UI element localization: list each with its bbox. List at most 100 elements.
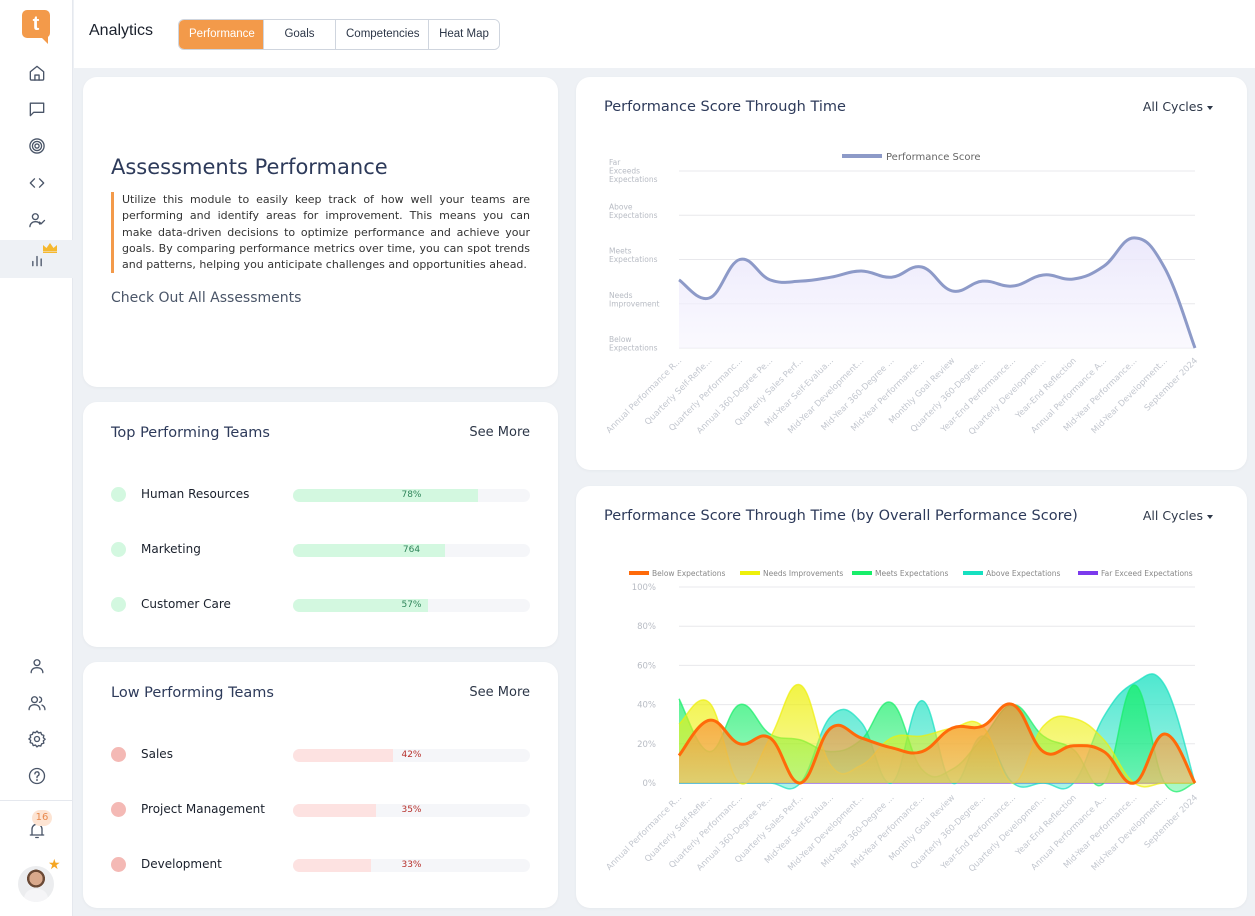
team-status-dot bbox=[111, 487, 126, 502]
code-icon bbox=[29, 178, 44, 188]
team-name: Development bbox=[141, 857, 222, 871]
header: Analytics Performance Goals Competencies… bbox=[74, 0, 1255, 68]
y-tick-label: 20% bbox=[637, 740, 656, 750]
sidebar-item-help[interactable] bbox=[0, 758, 73, 794]
legend-label: Above Expectations bbox=[986, 569, 1060, 578]
team-name: Human Resources bbox=[141, 487, 250, 501]
low-teams-see-more-link[interactable]: See More bbox=[469, 685, 530, 700]
chat-icon bbox=[29, 102, 44, 117]
intro-title: Assessments Performance bbox=[111, 155, 388, 179]
sidebar-item-analytics[interactable] bbox=[0, 240, 73, 278]
sidebar-item-profile[interactable] bbox=[0, 648, 73, 684]
legend-swatch bbox=[963, 571, 983, 575]
x-tick-label: September 2024 bbox=[1143, 793, 1201, 851]
team-score-bar: 78% bbox=[293, 489, 530, 502]
sidebar-item-settings[interactable] bbox=[0, 721, 73, 757]
legend-swatch bbox=[852, 571, 872, 575]
y-tick-label: 0% bbox=[643, 779, 657, 789]
team-score-label: 764 bbox=[402, 545, 421, 555]
y-tick-label: Above Expectations bbox=[609, 202, 658, 220]
performance-by-score-chart: 0% 20% 40% 60% 80% 100% Below Expectations Need… bbox=[605, 569, 1201, 874]
y-tick-label: 40% bbox=[637, 701, 656, 711]
crown-icon bbox=[43, 243, 57, 253]
tab-goals[interactable]: Goals bbox=[263, 20, 335, 49]
team-row[interactable]: Project Management 35% bbox=[111, 800, 530, 820]
team-score-label: 42% bbox=[401, 750, 422, 760]
top-performing-teams-card: Top Performing Teams See More Human Reso… bbox=[83, 402, 558, 647]
team-score-label: 35% bbox=[401, 805, 422, 815]
app-logo[interactable]: t bbox=[22, 10, 50, 44]
team-score-bar: 42% bbox=[293, 749, 530, 762]
legend-label: Performance Score bbox=[886, 152, 981, 163]
y-tick-label: 60% bbox=[637, 661, 656, 671]
notification-badge: 16 bbox=[32, 810, 52, 826]
legend-swatch bbox=[842, 154, 882, 158]
team-score-label: 78% bbox=[401, 490, 422, 500]
team-name: Marketing bbox=[141, 542, 201, 556]
sidebar: t 16 ★ bbox=[0, 0, 73, 916]
team-score-label: 57% bbox=[401, 600, 422, 610]
team-status-dot bbox=[111, 857, 126, 872]
page-title: Analytics bbox=[89, 22, 154, 39]
performance-by-score-chart-card: Performance Score Through Time (by Overa… bbox=[576, 486, 1247, 908]
performance-score-chart: Below Expectations Needs Improvement Meets Ex… bbox=[605, 152, 1201, 437]
sidebar-item-team[interactable] bbox=[0, 685, 73, 721]
team-row[interactable]: Customer Care 57% bbox=[111, 595, 530, 615]
tab-competencies[interactable]: Competencies bbox=[335, 20, 428, 49]
sidebar-item-goals[interactable] bbox=[0, 128, 73, 164]
y-tick-label: 100% bbox=[632, 583, 656, 593]
legend-swatch bbox=[629, 571, 649, 575]
tab-performance[interactable]: Performance bbox=[179, 20, 263, 49]
legend-label: Meets Expectations bbox=[875, 569, 949, 578]
gear-icon bbox=[27, 730, 46, 748]
team-row[interactable]: Human Resources 78% bbox=[111, 485, 530, 505]
performance-score-chart-card: Performance Score Through Time All Cycle… bbox=[576, 77, 1247, 470]
low-performing-teams-card: Low Performing Teams See More Sales 42% … bbox=[83, 662, 558, 908]
low-teams-title: Low Performing Teams bbox=[111, 685, 274, 701]
team-score-bar: 57% bbox=[293, 599, 530, 612]
team-score-bar: 35% bbox=[293, 804, 530, 817]
team-status-dot bbox=[111, 802, 126, 817]
top-teams-title: Top Performing Teams bbox=[111, 425, 270, 441]
team-score-label: 33% bbox=[401, 860, 422, 870]
legend-swatch bbox=[1078, 571, 1098, 575]
team-score-bar: 764 bbox=[293, 544, 530, 557]
team-row[interactable]: Development 33% bbox=[111, 855, 530, 875]
y-tick-label: Below Expectations bbox=[609, 335, 658, 353]
team-name: Sales bbox=[141, 747, 173, 761]
sidebar-item-home[interactable] bbox=[0, 55, 73, 91]
top-teams-see-more-link[interactable]: See More bbox=[469, 425, 530, 440]
sidebar-item-people[interactable] bbox=[0, 202, 73, 238]
intro-description: Utilize this module to easily keep track… bbox=[111, 192, 530, 274]
user-check-icon bbox=[28, 213, 45, 228]
home-icon bbox=[29, 65, 44, 81]
legend-label: Below Expectations bbox=[652, 569, 726, 578]
check-out-assessments-link[interactable]: Check Out All Assessments bbox=[111, 290, 301, 306]
legend-label: Needs Improvements bbox=[763, 569, 843, 578]
sidebar-item-code[interactable] bbox=[0, 165, 73, 201]
team-status-dot bbox=[111, 747, 126, 762]
target-icon bbox=[28, 138, 45, 154]
team-row[interactable]: Sales 42% bbox=[111, 745, 530, 765]
assessments-intro-card: Assessments Performance Utilize this mod… bbox=[83, 77, 558, 387]
help-icon bbox=[28, 767, 45, 785]
tab-heat-map[interactable]: Heat Map bbox=[428, 20, 499, 49]
analytics-tabs: Performance Goals Competencies Heat Map bbox=[178, 19, 500, 50]
legend-label: Far Exceed Expectations bbox=[1101, 569, 1193, 578]
sidebar-divider bbox=[0, 800, 73, 801]
team-status-dot bbox=[111, 597, 126, 612]
team-name: Customer Care bbox=[141, 597, 231, 611]
y-tick-label: Needs Improvement bbox=[609, 291, 660, 309]
y-tick-label: Far Exceeds Expectations bbox=[609, 158, 658, 184]
legend-swatch bbox=[740, 571, 760, 575]
user-icon bbox=[30, 659, 43, 674]
team-row[interactable]: Marketing 764 bbox=[111, 540, 530, 560]
y-tick-label: Meets Expectations bbox=[609, 247, 658, 265]
sidebar-item-chat[interactable] bbox=[0, 91, 73, 127]
team-score-bar: 33% bbox=[293, 859, 530, 872]
x-tick-label: September 2024 bbox=[1143, 356, 1201, 414]
team-status-dot bbox=[111, 542, 126, 557]
star-icon: ★ bbox=[48, 857, 61, 873]
y-tick-label: 80% bbox=[637, 622, 656, 632]
series-area bbox=[679, 237, 1195, 348]
